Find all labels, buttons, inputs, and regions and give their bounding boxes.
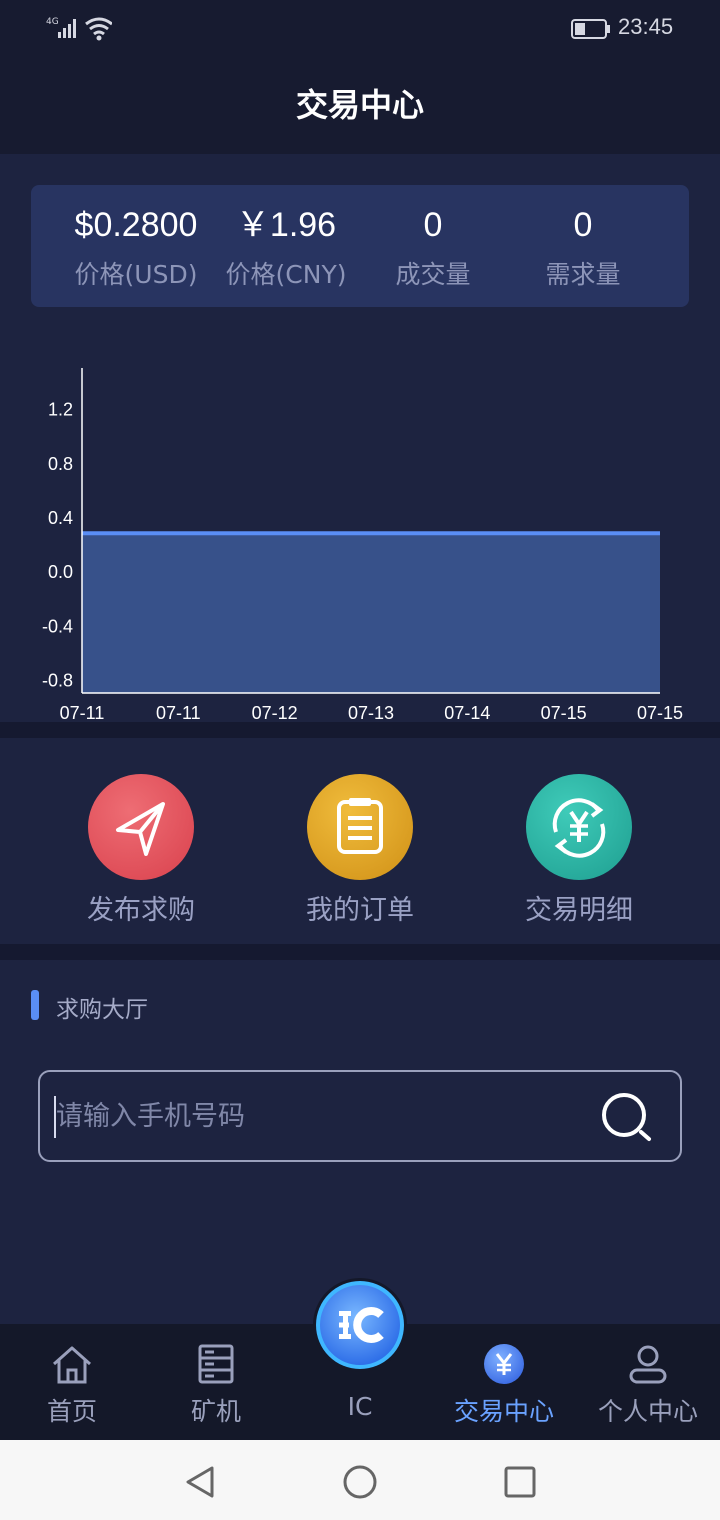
stat-label: 价格(USD) xyxy=(74,260,198,289)
yuan-exchange-icon xyxy=(552,798,606,858)
search-icon[interactable] xyxy=(598,1090,658,1146)
tab-trade-center[interactable]: 交易中心 xyxy=(432,1324,576,1440)
action-circle xyxy=(307,774,413,880)
stat-label: 价格(CNY) xyxy=(225,260,347,289)
section-marker xyxy=(31,990,39,1020)
stat-value: 0 xyxy=(423,206,443,244)
action-circle xyxy=(526,774,632,880)
tab-label: 矿机 xyxy=(190,1397,241,1426)
x-tick-label: 07-11 xyxy=(60,703,105,722)
price-stats-card: $0.2800 价格(USD) ￥1.96 价格(CNY) 0 成交量 0 需求… xyxy=(31,185,689,307)
clipboard-icon xyxy=(337,798,383,854)
stat-label: 成交量 xyxy=(395,260,471,289)
stat-label: 需求量 xyxy=(545,260,621,289)
recents-icon[interactable] xyxy=(500,1462,540,1502)
ic-center-button[interactable] xyxy=(313,1278,407,1372)
x-tick-label: 07-11 xyxy=(156,703,201,722)
yuan-icon xyxy=(484,1344,524,1384)
tab-label: 交易中心 xyxy=(453,1397,554,1426)
stat-value: ￥1.96 xyxy=(235,206,337,244)
svg-text:4G: 4G xyxy=(46,17,59,27)
ic-logo-icon xyxy=(316,1281,404,1369)
tab-label: 首页 xyxy=(46,1397,97,1426)
section-title: 求购大厅 xyxy=(56,997,148,1023)
section-divider xyxy=(0,944,720,960)
action-row: 发布求购 我的订单 交易明细 xyxy=(0,738,720,944)
action-circle xyxy=(88,774,194,880)
stat-volume: 0 成交量 xyxy=(371,203,495,291)
my-orders-button[interactable]: 我的订单 xyxy=(260,774,460,927)
home-circle-icon[interactable] xyxy=(340,1462,380,1502)
price-chart-svg: 1.2 0.8 0.4 0.0 -0.4 -0.8 07-11 07-11 07-12 07-13… xyxy=(42,368,683,722)
app-header: 交易中心 xyxy=(0,56,720,154)
x-tick-label: 07-13 xyxy=(348,703,394,722)
action-label: 发布求购 xyxy=(87,895,195,926)
y-tick-label: -0.8 xyxy=(42,670,73,690)
stat-value: $0.2800 xyxy=(74,206,198,244)
back-icon[interactable] xyxy=(180,1462,220,1502)
page-title: 交易中心 xyxy=(295,86,424,124)
y-tick-label: -0.4 xyxy=(42,616,73,636)
send-icon xyxy=(116,802,165,856)
phone-search-input[interactable] xyxy=(56,1094,596,1138)
stat-price-cny: ￥1.96 价格(CNY) xyxy=(221,203,351,291)
publish-request-button[interactable]: 发布求购 xyxy=(41,774,241,927)
search-box xyxy=(38,1070,682,1162)
signal-wifi-icon: 4G xyxy=(46,17,112,41)
area-fill xyxy=(82,533,660,693)
y-tick-label: 0.4 xyxy=(48,508,73,528)
status-bar: 4G 23:45 xyxy=(0,0,720,56)
x-tick-label: 07-12 xyxy=(252,703,298,722)
trade-details-button[interactable]: 交易明细 xyxy=(479,774,679,927)
status-time: 23:45 xyxy=(618,14,674,39)
x-tick-label: 07-15 xyxy=(637,703,683,722)
y-tick-label: 1.2 xyxy=(48,400,73,420)
home-icon xyxy=(53,1346,91,1384)
section-divider xyxy=(0,722,720,738)
x-tick-label: 07-15 xyxy=(541,703,587,722)
user-icon xyxy=(629,1345,667,1384)
stat-demand: 0 需求量 xyxy=(521,203,645,291)
battery-icon xyxy=(571,19,610,39)
y-tick-label: 0.0 xyxy=(48,562,73,582)
stat-value: 0 xyxy=(573,206,593,244)
tab-label: IC xyxy=(347,1392,373,1421)
tab-profile[interactable]: 个人中心 xyxy=(576,1324,720,1440)
tab-label: 个人中心 xyxy=(597,1397,698,1426)
y-tick-label: 0.8 xyxy=(48,454,73,474)
x-tick-label: 07-14 xyxy=(444,703,490,722)
action-label: 我的订单 xyxy=(306,895,414,926)
server-icon xyxy=(198,1344,234,1384)
stat-price-usd: $0.2800 价格(USD) xyxy=(71,203,201,291)
tab-miner[interactable]: 矿机 xyxy=(144,1324,288,1440)
system-nav-bar xyxy=(0,1440,720,1520)
price-chart: 1.2 0.8 0.4 0.0 -0.4 -0.8 07-11 07-11 07-12 07-13… xyxy=(0,340,720,722)
action-label: 交易明细 xyxy=(525,895,633,926)
tab-home[interactable]: 首页 xyxy=(0,1324,144,1440)
purchase-hall: 求购大厅 xyxy=(0,960,720,1324)
